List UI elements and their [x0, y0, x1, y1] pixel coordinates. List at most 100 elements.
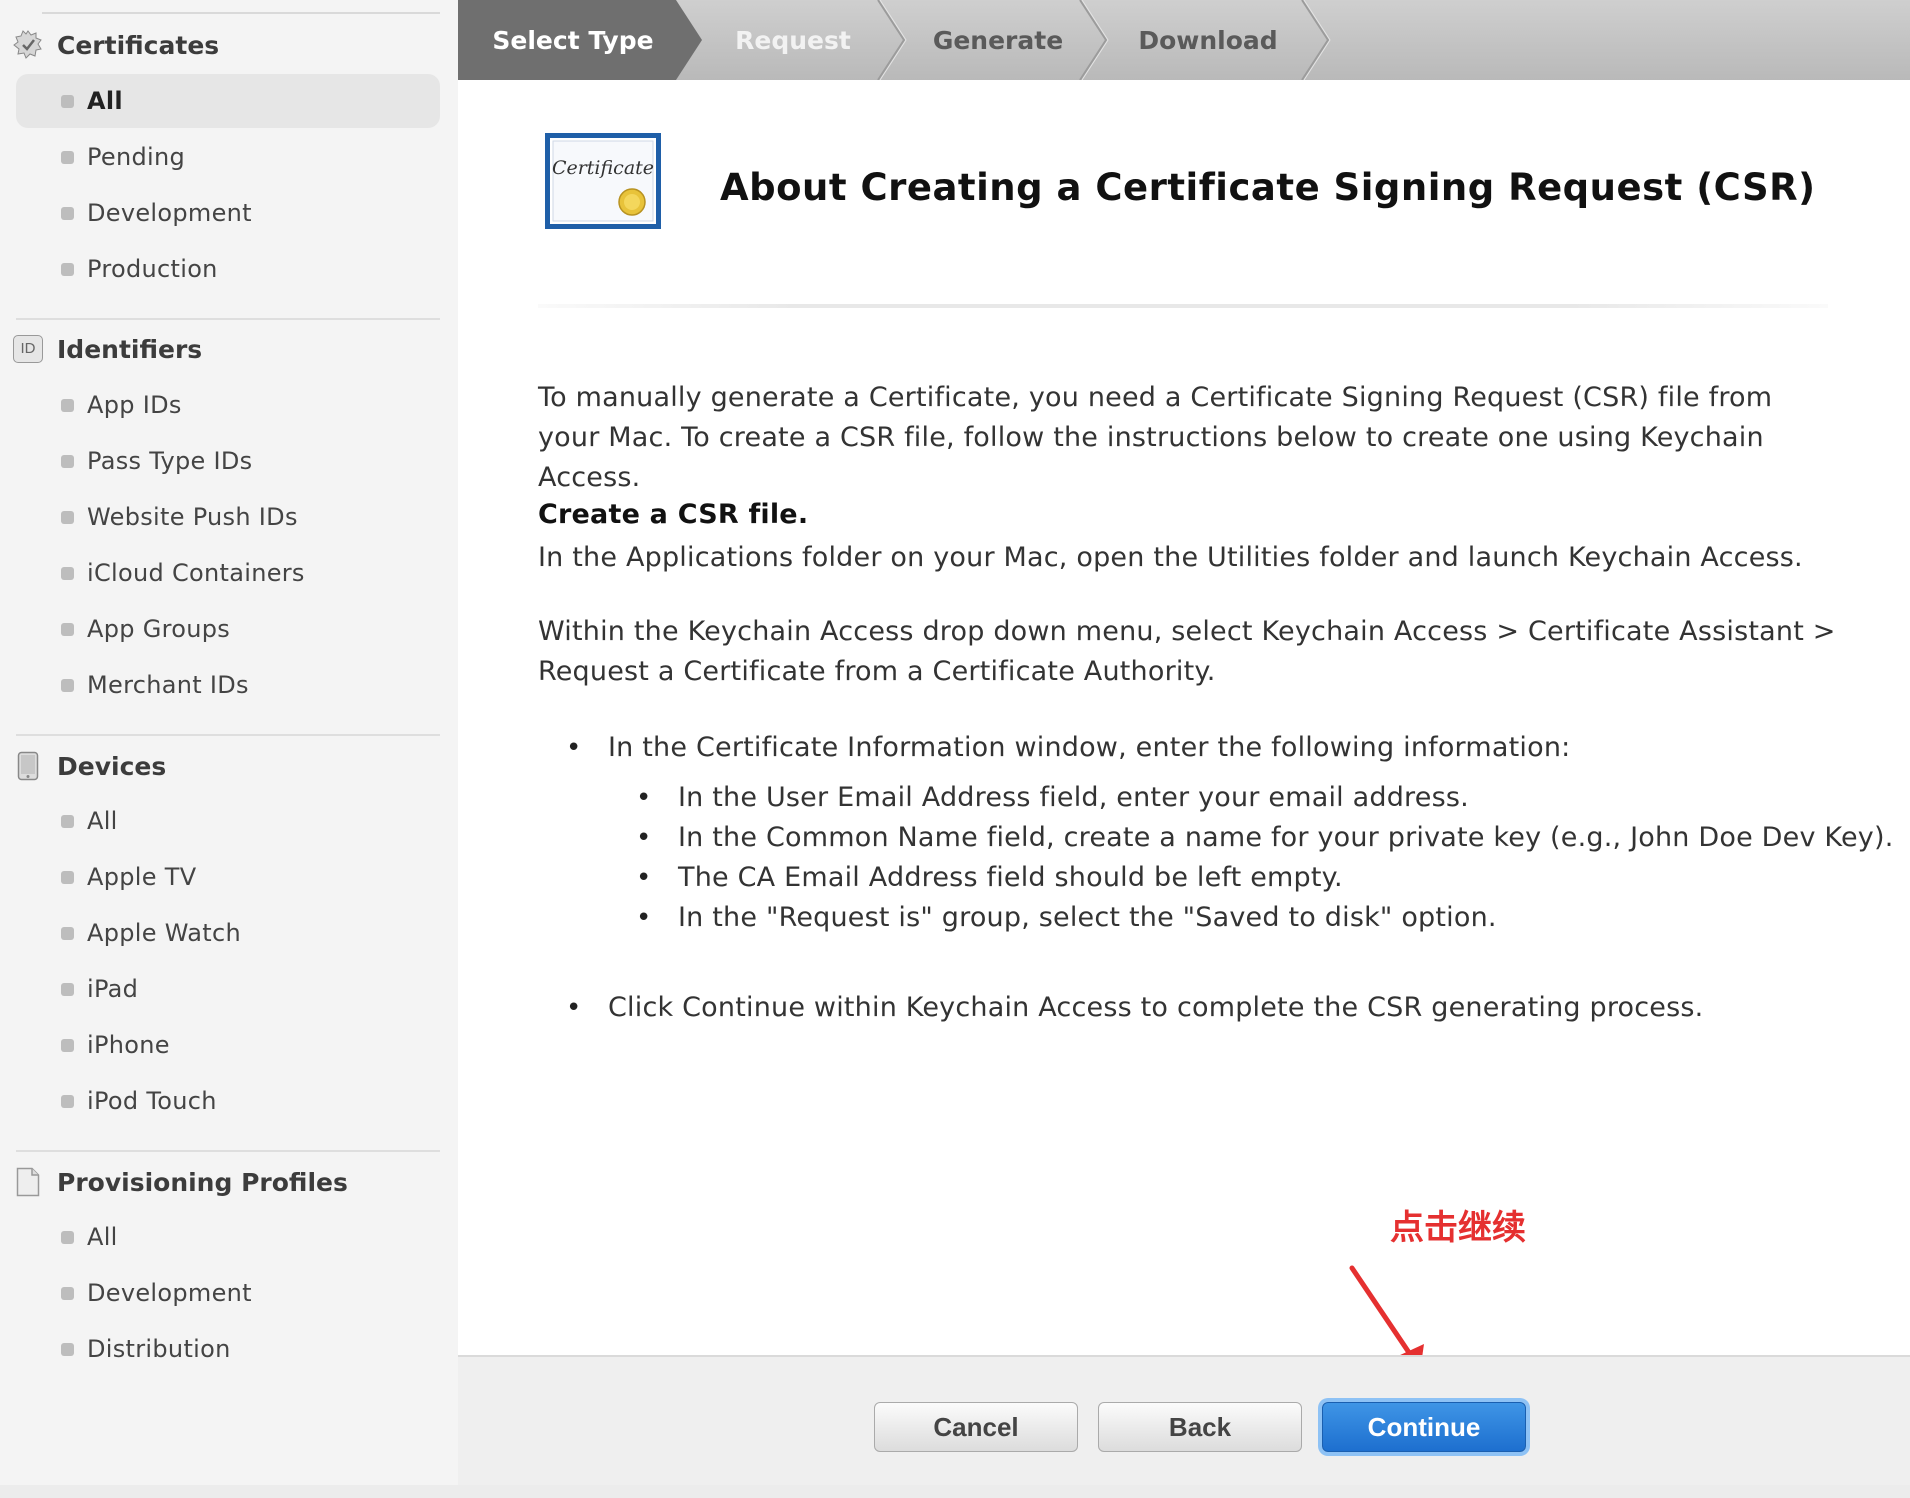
sidebar-item-label: iCloud Containers — [87, 559, 305, 587]
sidebar-item-certificates-all[interactable]: All — [16, 74, 440, 128]
bottom-strip — [0, 1485, 1910, 1498]
id-badge-icon: ID — [13, 334, 43, 364]
instruction-paragraph-1: In the Applications folder on your Mac, … — [538, 542, 1803, 573]
sidebar-item-label: iPad — [87, 975, 139, 1003]
sidebar-section-identifiers: ID Identifiers — [0, 329, 458, 369]
sidebar-item-certificates-production[interactable]: Production — [16, 242, 440, 296]
step-request: Request — [735, 25, 851, 55]
list-item: In the Common Name field, create a name … — [636, 818, 1910, 858]
list-item: In the User Email Address field, enter y… — [636, 778, 1910, 818]
sidebar-section-certificates: Certificates — [0, 25, 458, 65]
sidebar-item-app-ids[interactable]: App IDs — [16, 378, 440, 432]
step-generate: Generate — [932, 25, 1064, 55]
bullet-icon — [61, 1286, 74, 1300]
bullet-icon — [61, 1342, 74, 1356]
sidebar-item-ipad[interactable]: iPad — [16, 962, 440, 1016]
sidebar-item-label: Apple Watch — [87, 919, 241, 947]
sidebar-item-label: iPod Touch — [87, 1087, 217, 1115]
sidebar-item-profiles-distribution[interactable]: Distribution — [16, 1322, 440, 1376]
title-divider — [538, 304, 1828, 308]
sidebar-item-devices-all[interactable]: All — [16, 794, 440, 848]
instruction-list: In the Certificate Information window, e… — [566, 728, 1908, 768]
sidebar-item-label: All — [87, 807, 118, 835]
bullet-icon — [61, 454, 74, 468]
cancel-button[interactable]: Cancel — [874, 1402, 1078, 1452]
list-item: Click Continue within Keychain Access to… — [566, 988, 1908, 1028]
sidebar-item-profiles-all[interactable]: All — [16, 1210, 440, 1264]
sidebar-item-certificates-development[interactable]: Development — [16, 186, 440, 240]
sidebar-item-label: Development — [87, 199, 252, 227]
sidebar-item-website-push-ids[interactable]: Website Push IDs — [16, 490, 440, 544]
section-title: Provisioning Profiles — [57, 1167, 348, 1197]
sub-instruction-list: In the User Email Address field, enter y… — [636, 778, 1910, 938]
bullet-icon — [61, 814, 74, 828]
back-button[interactable]: Back — [1098, 1402, 1302, 1452]
sidebar-item-label: Merchant IDs — [87, 671, 249, 699]
sidebar-item-label: Distribution — [87, 1335, 231, 1363]
bullet-icon — [61, 678, 74, 692]
sidebar-item-merchant-ids[interactable]: Merchant IDs — [16, 658, 440, 712]
sidebar-divider — [16, 1150, 440, 1152]
continue-button[interactable]: Continue — [1322, 1402, 1526, 1452]
sidebar-item-icloud-containers[interactable]: iCloud Containers — [16, 546, 440, 600]
sidebar-item-iphone[interactable]: iPhone — [16, 1018, 440, 1072]
device-icon — [13, 751, 43, 781]
sidebar-item-label: Website Push IDs — [87, 503, 298, 531]
sidebar-item-app-groups[interactable]: App Groups — [16, 602, 440, 656]
step-select-type: Select Type — [492, 25, 654, 55]
bullet-icon — [61, 510, 74, 524]
sidebar-section-devices: Devices — [0, 746, 458, 786]
bullet-icon — [61, 870, 74, 884]
bullet-icon — [61, 566, 74, 580]
sidebar-item-ipod-touch[interactable]: iPod Touch — [16, 1074, 440, 1128]
sidebar-item-label: All — [87, 1223, 118, 1251]
list-item: In the Certificate Information window, e… — [566, 728, 1908, 768]
sidebar-item-label: App Groups — [87, 615, 231, 643]
bullet-icon — [61, 206, 74, 220]
sidebar-top-divider — [42, 12, 440, 14]
sidebar-item-label: Production — [87, 255, 218, 283]
sidebar-item-apple-watch[interactable]: Apple Watch — [16, 906, 440, 960]
sidebar-item-label: Apple TV — [87, 863, 197, 891]
bullet-icon — [61, 1230, 74, 1244]
bullet-icon — [61, 150, 74, 164]
bullet-icon — [61, 398, 74, 412]
document-icon — [13, 1167, 43, 1197]
step-progress-bar: Select Type Request Generate Download — [458, 0, 1910, 81]
intro-paragraph: To manually generate a Certificate, you … — [538, 382, 1773, 493]
sidebar-item-certificates-pending[interactable]: Pending — [16, 130, 440, 184]
certificate-badge-icon — [13, 30, 43, 60]
bullet-icon — [61, 622, 74, 636]
instruction-paragraph-2: Within the Keychain Access drop down men… — [538, 616, 1836, 687]
sidebar: Certificates All Pending Development Pro… — [0, 0, 458, 1485]
page-title: About Creating a Certificate Signing Req… — [720, 166, 1816, 209]
sidebar-item-profiles-development[interactable]: Development — [16, 1266, 440, 1320]
sidebar-item-pass-type-ids[interactable]: Pass Type IDs — [16, 434, 440, 488]
sidebar-section-provisioning-profiles: Provisioning Profiles — [0, 1162, 458, 1202]
section-title: Devices — [57, 751, 167, 781]
list-item: The CA Email Address field should be lef… — [636, 858, 1910, 898]
bullet-icon — [61, 262, 74, 276]
svg-text:Certificate: Certificate — [552, 157, 654, 179]
footer-button-bar: Cancel Back Continue — [458, 1355, 1910, 1487]
sidebar-item-label: Pending — [87, 143, 186, 171]
main-content: Certificate About Creating a Certificate… — [458, 80, 1910, 1355]
bullet-icon — [61, 94, 74, 108]
sidebar-item-label: iPhone — [87, 1031, 170, 1059]
annotation-label: 点击继续 — [1390, 1208, 1526, 1248]
step-download: Download — [1138, 25, 1278, 55]
bullet-icon — [61, 1038, 74, 1052]
instruction-list-end: Click Continue within Keychain Access to… — [566, 988, 1908, 1028]
sidebar-divider — [16, 318, 440, 320]
sidebar-item-label: All — [87, 87, 123, 115]
sidebar-item-apple-tv[interactable]: Apple TV — [16, 850, 440, 904]
certificate-icon: Certificate — [544, 132, 662, 230]
bullet-icon — [61, 926, 74, 940]
sidebar-item-label: Development — [87, 1279, 252, 1307]
section-title: Identifiers — [57, 334, 203, 364]
list-item: In the "Request is" group, select the "S… — [636, 898, 1910, 938]
bullet-icon — [61, 982, 74, 996]
section-title: Certificates — [57, 30, 220, 60]
section-subheading: Create a CSR file. — [538, 499, 809, 530]
sidebar-divider — [16, 734, 440, 736]
